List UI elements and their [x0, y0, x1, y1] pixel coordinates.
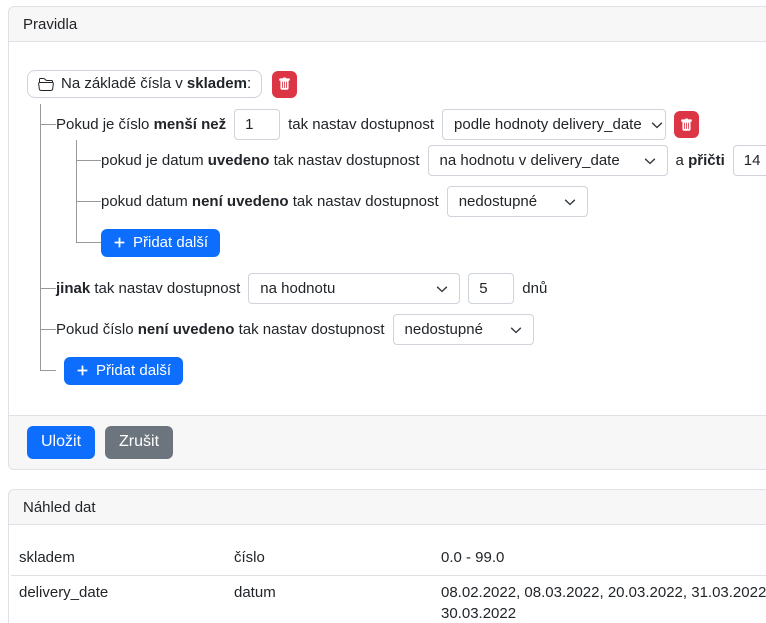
rule-date-given-controls: pokud je datum uvedeno tak nastav dostup… — [101, 145, 766, 176]
days-unit-label: dnů — [522, 280, 547, 297]
days-add-input[interactable] — [733, 145, 766, 176]
chevron-down-icon — [635, 154, 657, 168]
chevron-down-icon — [555, 195, 577, 209]
rule-row-date-missing: pokud datum není uvedeno tak nastav dost… — [76, 181, 766, 222]
rule-text: a přičti — [676, 152, 725, 169]
availability-unavailable-select[interactable]: nedostupné — [393, 314, 534, 345]
add-rule-row-nested: Přidat další — [76, 222, 766, 263]
chevron-down-icon — [501, 323, 523, 337]
root-rule-label: Na základě čísla v skladem: — [61, 75, 251, 92]
chevron-down-icon — [427, 282, 449, 296]
rule-less-than-controls: Pokud je číslo menší než tak nastav dost… — [56, 109, 766, 140]
availability-unavailable-select[interactable]: nedostupné — [447, 186, 588, 217]
select-value: nedostupné — [405, 321, 483, 338]
save-button[interactable]: Uložit — [27, 426, 95, 459]
preview-table: skladem číslo 0.0 - 99.0 delivery_date d… — [11, 541, 766, 623]
select-value: na hodnotu — [260, 280, 335, 297]
trash-icon — [278, 77, 291, 91]
rules-card-title: Pravidla — [23, 16, 77, 33]
preview-card-title: Náhled dat — [23, 499, 96, 516]
rule-number-missing-controls: Pokud číslo není uvedeno tak nastav dost… — [56, 314, 766, 345]
availability-value-select[interactable]: na hodnotu v delivery_date — [428, 145, 668, 176]
rules-card: Pravidla Na základě čísla v skladem: — [8, 6, 766, 470]
field-name-cell: delivery_date — [11, 576, 226, 623]
select-value: nedostupné — [459, 193, 537, 210]
rules-card-footer: Uložit Zrušit — [9, 415, 766, 469]
availability-fixed-select[interactable]: na hodnotu — [248, 273, 460, 304]
add-rule-button-root[interactable]: Přidat další — [64, 357, 183, 385]
nested-rules-list: pokud je datum uvedeno tak nastav dostup… — [76, 140, 766, 263]
field-type-cell: datum — [226, 576, 433, 623]
root-rule-button[interactable]: Na základě čísla v skladem: — [27, 70, 262, 98]
rule-row-number-missing: Pokud číslo není uvedeno tak nastav dost… — [40, 309, 766, 350]
rule-row-less-than: Pokud je číslo menší než tak nastav dost… — [40, 104, 766, 268]
rule-text: jinak tak nastav dostupnost — [56, 280, 240, 297]
field-name-cell: skladem — [11, 541, 226, 576]
select-value: na hodnotu v delivery_date — [440, 152, 620, 169]
field-type-cell: číslo — [226, 541, 433, 576]
rule-row-date-given: pokud je datum uvedeno tak nastav dostup… — [76, 140, 766, 181]
threshold-input[interactable] — [234, 109, 280, 140]
rule-text: pokud datum není uvedeno tak nastav dost… — [101, 193, 439, 210]
chevron-down-icon — [642, 118, 664, 132]
rules-list: Pokud je číslo menší než tak nastav dost… — [40, 104, 766, 391]
cancel-button[interactable]: Zrušit — [105, 426, 173, 459]
rules-card-header: Pravidla — [9, 7, 766, 42]
rule-text: Pokud číslo není uvedeno tak nastav dost… — [56, 321, 385, 338]
days-value-input[interactable] — [468, 273, 514, 304]
rule-text: Pokud je číslo menší než — [56, 116, 226, 133]
table-row: delivery_date datum 08.02.2022, 08.03.20… — [11, 576, 766, 623]
add-rule-button-nested[interactable]: Přidat další — [101, 229, 220, 257]
rule-date-missing-controls: pokud datum není uvedeno tak nastav dost… — [101, 186, 766, 217]
plus-icon — [113, 236, 126, 249]
delete-root-rule-button[interactable] — [272, 71, 297, 98]
root-rule-prefix: Na základě čísla v — [61, 75, 183, 92]
field-values-cell: 08.02.2022, 08.03.2022, 20.03.2022, 31.0… — [433, 576, 766, 623]
rule-else-controls: jinak tak nastav dostupnost na hodnotu d… — [56, 273, 766, 304]
root-rule-field: skladem — [187, 75, 247, 92]
field-values-cell: 0.0 - 99.0 — [433, 541, 766, 576]
rules-card-body: Na základě čísla v skladem: — [9, 42, 766, 415]
folder-open-icon — [38, 76, 54, 92]
rule-text: pokud je datum uvedeno tak nastav dostup… — [101, 152, 420, 169]
root-rule-suffix: : — [247, 75, 251, 92]
delete-rule-button[interactable] — [674, 111, 699, 138]
rules-tree: Na základě čísla v skladem: — [27, 70, 766, 391]
trash-icon — [680, 118, 693, 132]
availability-mode-select[interactable]: podle hodnoty delivery_date — [442, 109, 666, 140]
add-rule-row-root: Přidat další — [40, 350, 766, 391]
page: Pravidla Na základě čísla v skladem: — [0, 6, 766, 623]
rule-row-else: jinak tak nastav dostupnost na hodnotu d… — [40, 268, 766, 309]
plus-icon — [76, 364, 89, 377]
preview-card-header: Náhled dat — [9, 490, 766, 525]
root-rule-row: Na základě čísla v skladem: — [27, 70, 766, 98]
table-row: skladem číslo 0.0 - 99.0 — [11, 541, 766, 576]
preview-card: Náhled dat skladem číslo 0.0 - 99.0 deli… — [8, 489, 766, 623]
preview-card-body: skladem číslo 0.0 - 99.0 delivery_date d… — [9, 525, 766, 623]
rule-text: tak nastav dostupnost — [288, 116, 434, 133]
select-value: podle hodnoty delivery_date — [454, 116, 642, 133]
